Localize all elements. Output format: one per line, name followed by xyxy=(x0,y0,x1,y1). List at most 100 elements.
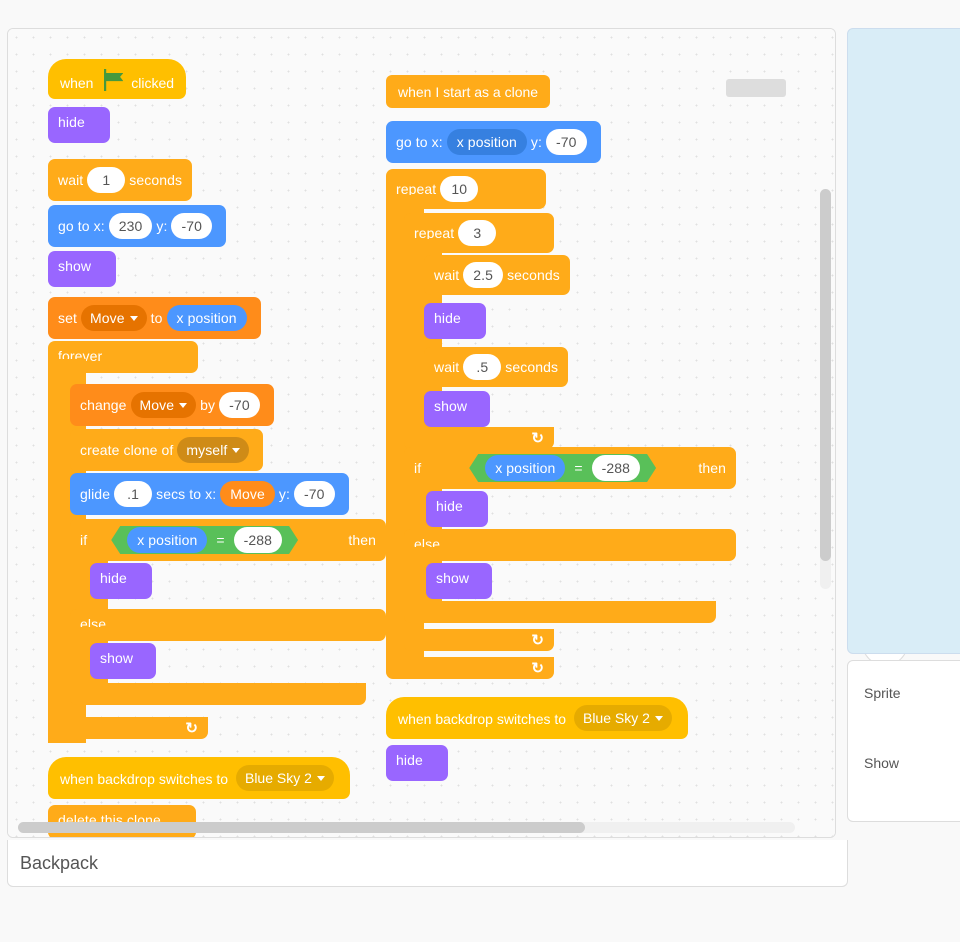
backdrop-dropdown[interactable]: Blue Sky 2 xyxy=(574,705,672,731)
block-set-var[interactable]: set Move to x position xyxy=(48,297,261,339)
reporter-xposition[interactable]: x position xyxy=(167,305,247,331)
label: if xyxy=(80,533,87,547)
reporter-xposition[interactable]: x position xyxy=(447,129,527,155)
label: change xyxy=(80,398,127,412)
label: wait xyxy=(434,360,459,374)
backpack-label: Backpack xyxy=(20,853,98,874)
loop-arrow-icon: ↻ xyxy=(185,719,198,737)
hat-when-flag-clicked[interactable]: when clicked xyxy=(48,59,186,99)
label: show xyxy=(434,399,467,413)
var-dropdown[interactable]: Move xyxy=(81,305,147,331)
label: secs to x: xyxy=(156,487,216,501)
block-hide[interactable]: hide xyxy=(424,303,486,339)
repeat2-foot: ↻ xyxy=(404,427,554,449)
hat-start-as-clone[interactable]: when I start as a clone xyxy=(386,75,550,108)
input-val[interactable]: -288 xyxy=(592,455,640,481)
label: hide xyxy=(58,115,85,129)
input-y[interactable]: -70 xyxy=(171,213,212,239)
label: go to x: xyxy=(396,135,443,149)
label: go to x: xyxy=(58,219,105,233)
backdrop-dropdown[interactable]: Blue Sky 2 xyxy=(236,765,334,791)
scrollbar-thumb[interactable] xyxy=(18,822,585,833)
input-count[interactable]: 3 xyxy=(458,220,496,246)
hat-backdrop-switches[interactable]: when backdrop switches to Blue Sky 2 xyxy=(48,757,350,799)
input-y[interactable]: -70 xyxy=(294,481,335,507)
repeat-outer-foot: ↻ xyxy=(386,657,554,679)
block-wait[interactable]: wait 2.5 seconds xyxy=(424,255,570,295)
label: seconds xyxy=(505,360,558,374)
input-val[interactable]: -70 xyxy=(219,392,260,418)
block-if[interactable]: if x position = -288 then xyxy=(70,519,386,561)
label: show xyxy=(436,571,469,585)
input-x[interactable]: 230 xyxy=(109,213,153,239)
block-change-var[interactable]: change Move by -70 xyxy=(70,384,274,426)
sprite-label: Sprite xyxy=(864,685,901,701)
block-goto-xy[interactable]: go to x: x position y: -70 xyxy=(386,121,601,163)
input-count[interactable]: 10 xyxy=(440,176,478,202)
reporter-xposition[interactable]: x position xyxy=(485,455,565,481)
label: when backdrop switches to xyxy=(398,711,566,727)
hat-backdrop-switches[interactable]: when backdrop switches to Blue Sky 2 xyxy=(386,697,688,739)
backpack-panel[interactable]: Backpack xyxy=(7,840,848,887)
operator-equals[interactable]: x position = -288 xyxy=(469,454,656,482)
label: create clone of xyxy=(80,443,173,457)
scrollbar-horizontal[interactable] xyxy=(18,822,795,833)
label: wait xyxy=(58,173,83,187)
clone-dropdown[interactable]: myself xyxy=(177,437,249,463)
scrollbar-thumb[interactable] xyxy=(820,189,831,561)
label: then xyxy=(698,461,726,475)
scrollbar-vertical[interactable] xyxy=(820,189,831,589)
if-foot xyxy=(70,683,366,705)
block-glide[interactable]: glide .1 secs to x: Move y: -70 xyxy=(70,473,349,515)
operator-equals[interactable]: x position = -288 xyxy=(111,526,298,554)
block-show[interactable]: show xyxy=(426,563,492,599)
label: hide xyxy=(396,753,423,767)
label: by xyxy=(200,398,215,412)
workspace-frame: when clicked hide wait 1 seconds go to x… xyxy=(7,28,836,838)
block-show[interactable]: show xyxy=(48,251,116,287)
label: set xyxy=(58,311,77,325)
input-y[interactable]: -70 xyxy=(546,129,587,155)
label: glide xyxy=(80,487,110,501)
dd-label: Blue Sky 2 xyxy=(245,770,312,786)
block-hide[interactable]: hide xyxy=(48,107,110,143)
repeat-inner-foot: ↻ xyxy=(404,629,554,651)
label: wait xyxy=(434,268,459,282)
loop-arrow-icon: ↻ xyxy=(531,429,544,447)
label: repeat xyxy=(414,226,454,240)
input-val[interactable]: -288 xyxy=(234,527,282,553)
dd-label: myself xyxy=(186,443,227,457)
sprite-info-panel: Sprite Show xyxy=(847,660,960,822)
block-if[interactable]: if x position = -288 then xyxy=(404,447,736,489)
comment-stub[interactable] xyxy=(726,79,786,97)
block-hide[interactable]: hide xyxy=(426,491,488,527)
loop-arrow-icon: ↻ xyxy=(531,659,544,677)
wait-value[interactable]: 2.5 xyxy=(463,262,503,288)
label: seconds xyxy=(129,173,182,187)
label: y: xyxy=(531,135,542,149)
label: clicked xyxy=(131,75,174,91)
stage-preview[interactable] xyxy=(847,28,960,654)
var-dropdown[interactable]: Move xyxy=(131,392,197,418)
block-else[interactable]: else xyxy=(404,529,736,561)
block-goto-xy[interactable]: go to x: 230 y: -70 xyxy=(48,205,226,247)
wait-value[interactable]: 1 xyxy=(87,167,125,193)
dd-label: Move xyxy=(90,311,125,325)
block-workspace[interactable]: when clicked hide wait 1 seconds go to x… xyxy=(8,29,835,837)
block-wait[interactable]: wait 1 seconds xyxy=(48,159,192,201)
block-show[interactable]: show xyxy=(90,643,156,679)
block-else[interactable]: else xyxy=(70,609,386,641)
block-hide[interactable]: hide xyxy=(386,745,448,781)
block-hide[interactable]: hide xyxy=(90,563,152,599)
block-show[interactable]: show xyxy=(424,391,490,427)
input-secs[interactable]: .1 xyxy=(114,481,152,507)
label: y: xyxy=(279,487,290,501)
block-wait[interactable]: wait .5 seconds xyxy=(424,347,568,387)
label: hide xyxy=(434,311,461,325)
label: repeat xyxy=(396,182,436,196)
label: show xyxy=(58,259,91,273)
reporter-xposition[interactable]: x position xyxy=(127,527,207,553)
reporter-var[interactable]: Move xyxy=(220,481,275,507)
wait-value[interactable]: .5 xyxy=(463,354,501,380)
block-create-clone[interactable]: create clone of myself xyxy=(70,429,263,471)
